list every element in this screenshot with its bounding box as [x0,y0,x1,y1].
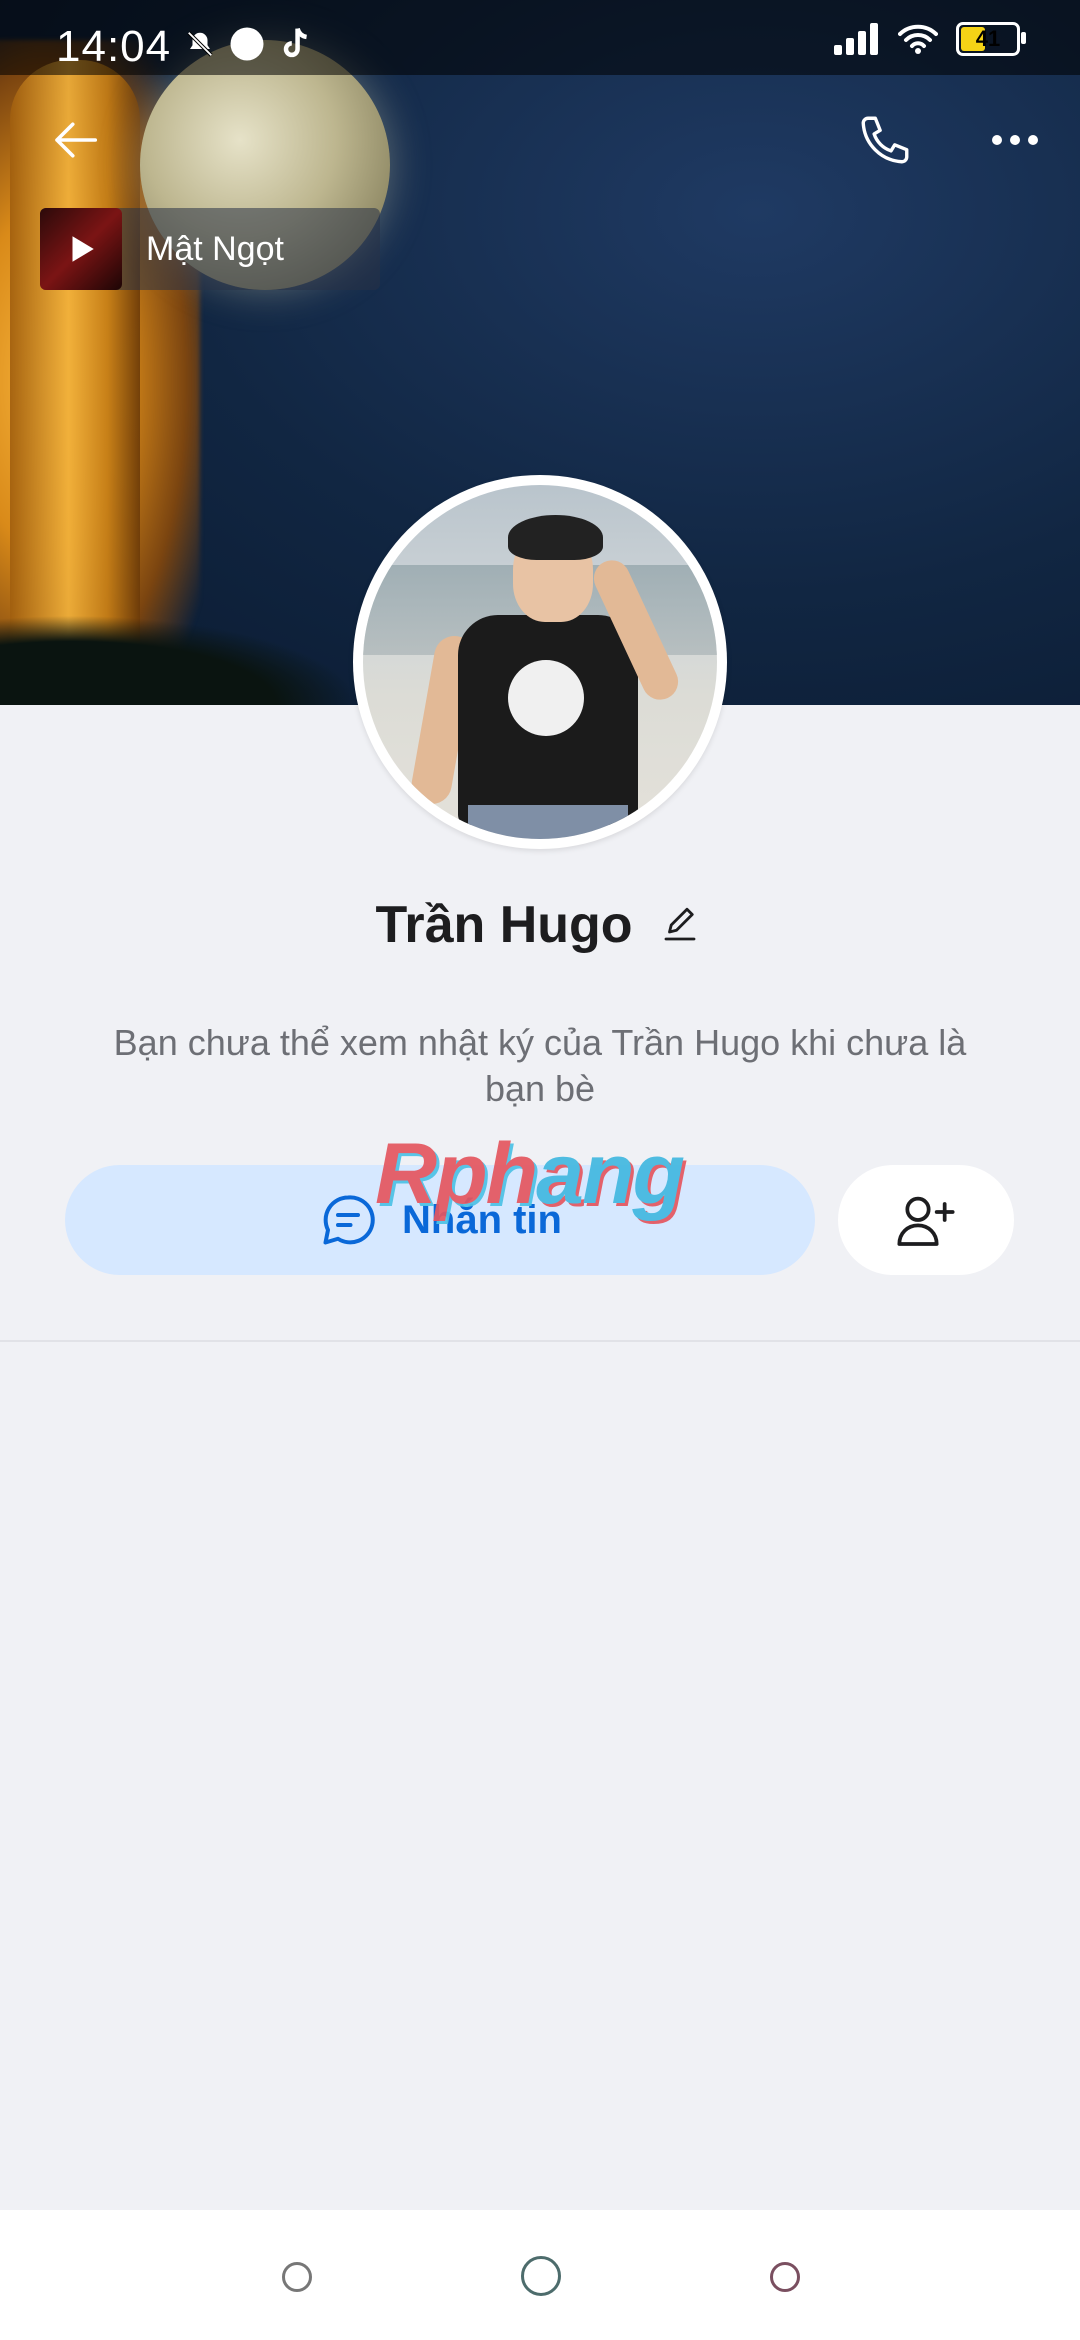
nav-back-button[interactable] [770,2262,800,2292]
avatar-shirt-print [508,660,584,736]
profile-name-row: Trần Hugo [0,890,1080,960]
back-button[interactable] [40,105,110,175]
watermark-logo: Rphang [375,1125,685,1224]
more-dots-icon [992,135,1038,145]
system-nav-bar [0,2210,1080,2340]
call-button[interactable] [850,105,920,175]
silent-icon [187,31,213,57]
dot-icon [230,27,264,61]
tiktok-icon [283,27,308,58]
arrow-left-icon [55,122,98,158]
avatar-jeans [468,805,628,839]
profile-name: Trần Hugo [375,896,633,954]
status-system-icons: 41 [834,22,1026,56]
music-thumbnail [40,208,122,290]
status-bar: 14:04 41 [0,0,1080,75]
nav-home-button[interactable] [521,2256,561,2296]
battery-icon: 41 [956,22,1026,56]
status-notification-icons [185,26,311,62]
nav-recents-button[interactable] [282,2262,312,2292]
battery-level: 41 [975,26,1001,51]
profile-music-chip[interactable]: Mật Ngọt [40,208,380,290]
edit-name-button[interactable] [655,900,705,950]
music-title: Mật Ngọt [146,229,284,268]
section-divider [0,1340,1080,1342]
play-icon [72,236,94,262]
privacy-notice: Bạn chưa thể xem nhật ký của Trần Hugo k… [113,1022,967,1109]
avatar-hair [508,515,603,560]
phone-icon [861,116,909,164]
wifi-icon [898,24,938,54]
chat-bubble-icon [323,1195,375,1245]
more-button[interactable] [980,105,1050,175]
watermark-part2: ang [536,1126,685,1222]
cover-trees [0,615,360,705]
status-time: 14:04 [56,22,172,71]
pencil-icon [664,907,695,941]
signal-icon [834,23,878,55]
add-friend-icon [897,1196,955,1246]
add-friend-button[interactable] [838,1165,1014,1275]
avatar-photo [363,485,717,839]
watermark-part1: Rph [375,1126,538,1222]
profile-avatar[interactable] [353,475,727,849]
